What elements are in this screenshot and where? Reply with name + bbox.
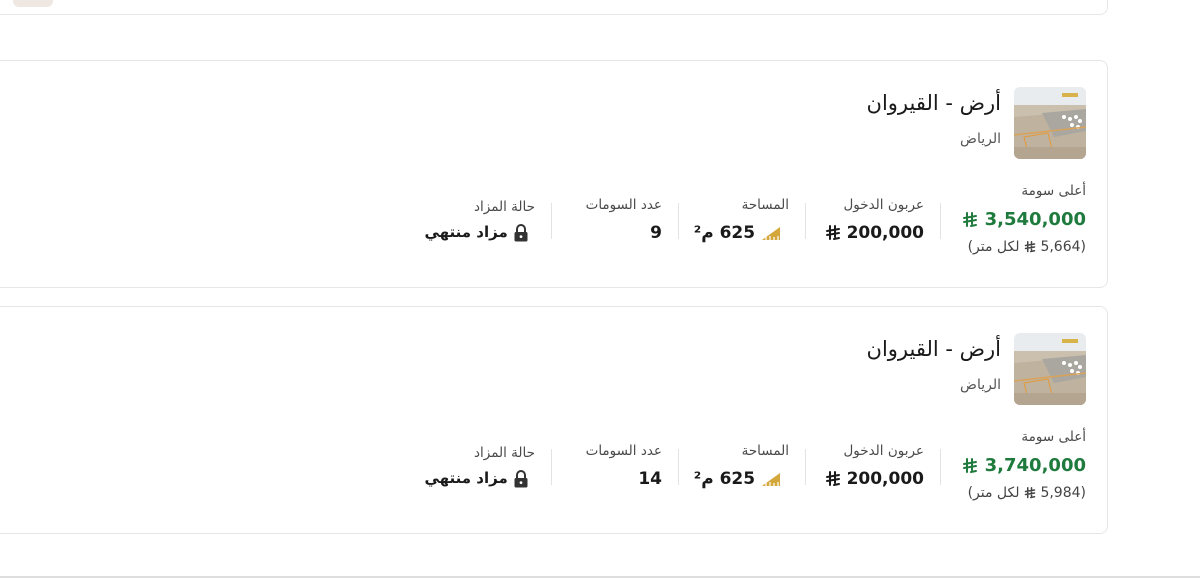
bids-count-label: عدد السومات	[585, 443, 662, 459]
deposit-value: 200,000	[825, 469, 924, 489]
riyal-icon	[963, 212, 978, 227]
auction-status-value: مزاد منتهي	[424, 469, 535, 488]
auction-status-text: مزاد منتهي	[424, 469, 508, 487]
per-meter-value: 5,664	[1040, 239, 1081, 255]
bids-count-label: عدد السومات	[585, 197, 662, 213]
per-meter-open: (	[1080, 485, 1086, 501]
area-label: المساحة	[741, 443, 789, 459]
bids-count-value: 14	[638, 469, 662, 489]
per-meter-suffix: لكل متر)	[967, 239, 1020, 255]
ruler-icon	[762, 227, 780, 240]
area-amount: 625 م²	[693, 223, 756, 243]
listing-city: الرياض	[960, 131, 1001, 147]
divider	[940, 203, 941, 239]
area-label: المساحة	[741, 197, 789, 213]
deposit-label: عربون الدخول	[843, 443, 924, 459]
auction-card[interactable]: أرض - القيروان الرياض أعلى سومة 3,540,00…	[0, 60, 1108, 288]
listing-city: الرياض	[960, 377, 1001, 393]
lock-icon	[514, 469, 528, 487]
highest-bid-value: 3,740,000	[962, 455, 1086, 476]
deposit-value: 200,000	[825, 223, 924, 243]
listing-title[interactable]: أرض - القيروان	[867, 91, 1001, 115]
riyal-icon	[825, 471, 840, 486]
area-amount: 625 م²	[693, 469, 756, 489]
auction-status-value: مزاد منتهي	[424, 223, 535, 242]
lock-icon	[514, 223, 528, 241]
deposit-amount: 200,000	[846, 223, 924, 243]
deposit-label: عربون الدخول	[843, 197, 924, 213]
per-meter-open: (	[1080, 239, 1086, 255]
divider	[940, 449, 941, 485]
highest-bid-label: أعلى سومة	[1021, 183, 1086, 199]
card-button-stub[interactable]	[13, 0, 53, 7]
area-value: 625 م²	[694, 223, 789, 243]
auction-card-previous[interactable]	[0, 0, 1108, 15]
highest-bid-amount: 3,540,000	[984, 209, 1086, 230]
bids-count-value: 9	[650, 223, 662, 243]
per-meter-suffix: لكل متر)	[967, 485, 1020, 501]
divider	[805, 449, 806, 485]
price-per-meter: (5,664 لكل متر)	[968, 239, 1086, 255]
highest-bid-amount: 3,740,000	[984, 455, 1086, 476]
riyal-icon	[1024, 487, 1036, 499]
divider	[551, 449, 552, 485]
divider	[805, 203, 806, 239]
auction-card[interactable]: أرض - القيروان الرياض أعلى سومة 3,740,00…	[0, 306, 1108, 534]
listing-title[interactable]: أرض - القيروان	[867, 337, 1001, 361]
divider	[551, 203, 552, 239]
riyal-icon	[963, 458, 978, 473]
riyal-icon	[825, 225, 840, 240]
land-thumbnail	[1014, 333, 1086, 405]
per-meter-value: 5,984	[1040, 485, 1081, 501]
highest-bid-label: أعلى سومة	[1021, 429, 1086, 445]
ruler-icon	[762, 473, 780, 486]
auction-status-label: حالة المزاد	[474, 445, 535, 461]
land-thumbnail	[1014, 87, 1086, 159]
highest-bid-value: 3,540,000	[962, 209, 1086, 230]
divider	[678, 203, 679, 239]
auction-status-text: مزاد منتهي	[424, 223, 508, 241]
auction-status-label: حالة المزاد	[474, 199, 535, 215]
deposit-amount: 200,000	[846, 469, 924, 489]
price-per-meter: (5,984 لكل متر)	[968, 485, 1086, 501]
divider	[678, 449, 679, 485]
area-value: 625 م²	[694, 469, 789, 489]
riyal-icon	[1024, 241, 1036, 253]
